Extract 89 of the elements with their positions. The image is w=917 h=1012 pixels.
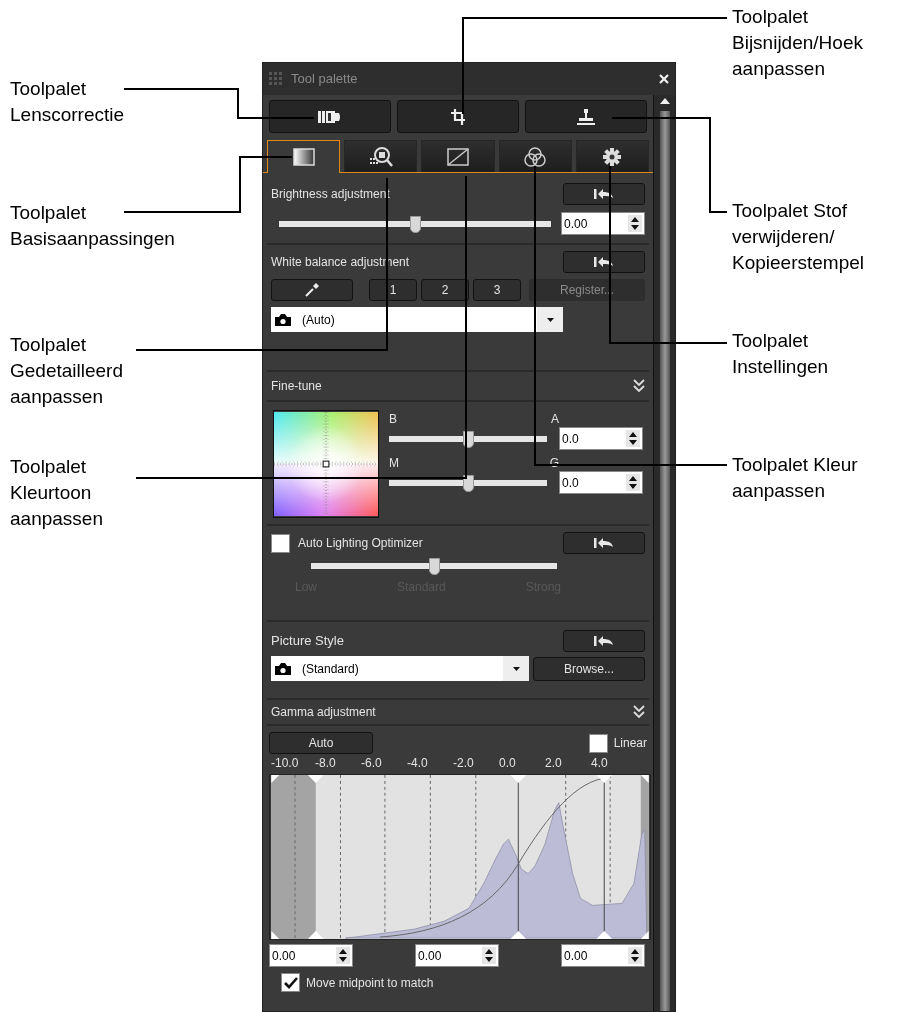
spinner-icon: [336, 947, 350, 964]
dropdown[interactable]: (Auto): [271, 307, 563, 332]
magnifier-icon: [367, 145, 394, 168]
reset-button[interactable]: [563, 251, 645, 273]
slider-thumb[interactable]: [463, 431, 474, 448]
gradient-square-icon: [292, 148, 315, 166]
browse-button[interactable]: Browse...: [533, 656, 645, 681]
reset-button[interactable]: [563, 532, 645, 554]
spinner-icon: [628, 947, 642, 964]
reset-icon: [592, 537, 616, 549]
eyedropper-icon: [305, 283, 319, 297]
spinner-icon: [626, 430, 640, 447]
caret-icon: [546, 317, 554, 322]
number-field[interactable]: 0.00: [269, 944, 353, 967]
axis-label: -8.0: [315, 755, 337, 772]
color-circles-icon: [524, 146, 547, 167]
camera-icon: [274, 661, 292, 676]
checkbox[interactable]: [281, 973, 300, 992]
crop-icon: [451, 108, 465, 125]
reset-button[interactable]: [563, 183, 645, 205]
camera-icon: [274, 312, 292, 327]
stamp-icon: [577, 108, 595, 125]
checkbox-label: Move midpoint to match: [306, 974, 434, 992]
callout-label: Toolpalet Bijsnijden/Hoek aanpassen: [732, 5, 863, 81]
scrollbar[interactable]: [653, 95, 675, 1011]
axis-label: -4.0: [407, 755, 429, 772]
window-title: Tool palette: [291, 70, 359, 89]
axis-label: -2.0: [453, 755, 475, 772]
reset-icon: [592, 188, 616, 200]
spinner-icon: [482, 947, 496, 964]
number-field[interactable]: 0.0: [559, 471, 643, 494]
section-title: Brightness adjustment: [271, 186, 390, 203]
grip-icon[interactable]: [269, 72, 283, 86]
chevron-down-icon[interactable]: [633, 379, 645, 393]
axis-label: 2.0: [545, 755, 563, 772]
callout-label: Toolpalet Lenscorrectie: [10, 77, 125, 127]
eyedropper-button[interactable]: [271, 279, 353, 301]
tool-button[interactable]: [269, 100, 391, 133]
checkmark-icon: [283, 976, 298, 989]
section-title: Picture Style: [271, 632, 344, 651]
tab[interactable]: [498, 140, 572, 172]
tab[interactable]: [344, 140, 418, 172]
callout-label: Toolpalet Kleurtoon aanpassen: [10, 455, 103, 531]
auto-button[interactable]: Auto: [269, 732, 373, 754]
axis-label: A: [551, 411, 559, 428]
tab[interactable]: [267, 140, 341, 173]
preset-button[interactable]: 2: [421, 279, 469, 301]
close-icon[interactable]: [659, 74, 669, 84]
callout-label: Toolpalet Stof verwijderen/ Kopieerstempel: [732, 199, 865, 275]
tool-button[interactable]: [525, 100, 647, 133]
checkbox[interactable]: [588, 733, 608, 753]
callout-label: Toolpalet Instellingen: [732, 329, 829, 379]
number-field[interactable]: 0.00: [415, 944, 499, 967]
section-header[interactable]: Fine-tune: [263, 372, 653, 400]
caret-icon: [512, 666, 520, 671]
scroll-up-icon[interactable]: [659, 97, 670, 105]
preset-button[interactable]: 1: [369, 279, 417, 301]
slider-thumb[interactable]: [463, 475, 474, 492]
callout-label: Toolpalet Kleur aanpassen: [732, 453, 858, 503]
tab[interactable]: [575, 140, 649, 172]
reset-button[interactable]: [563, 630, 645, 652]
axis-label: 4.0: [591, 755, 609, 772]
tone-curve-icon: [447, 147, 469, 166]
reset-icon: [592, 635, 616, 647]
lens-icon: [318, 109, 342, 124]
callout-label: Toolpalet Basisaanpassingen: [10, 201, 175, 251]
axis-label: -10.0: [271, 755, 300, 772]
preset-button[interactable]: 3: [473, 279, 521, 301]
axis-label: -6.0: [361, 755, 383, 772]
checkbox-label: Auto Lighting Optimizer: [298, 535, 423, 552]
section-header[interactable]: Gamma adjustment: [263, 700, 653, 724]
spinner-icon: [628, 215, 642, 232]
slider-thumb[interactable]: [429, 558, 440, 575]
number-field[interactable]: 0.00: [561, 212, 645, 235]
reset-icon: [592, 256, 616, 268]
axis-label: 0.0: [499, 755, 517, 772]
axis-label: M: [389, 455, 399, 472]
checkbox[interactable]: [271, 533, 290, 553]
number-field[interactable]: 0.00: [561, 944, 645, 967]
callout-label: Toolpalet Gedetailleerd aanpassen: [10, 333, 124, 409]
chevron-down-icon[interactable]: [633, 705, 645, 719]
tab[interactable]: [421, 140, 495, 172]
checkbox-label: Linear: [613, 735, 647, 752]
spinner-icon: [626, 474, 640, 491]
number-field[interactable]: 0.0: [559, 427, 643, 450]
dropdown[interactable]: (Standard): [271, 656, 529, 681]
section-title: White balance adjustment: [271, 254, 410, 271]
slider-thumb[interactable]: [410, 215, 421, 233]
axis-label: B: [389, 411, 397, 428]
